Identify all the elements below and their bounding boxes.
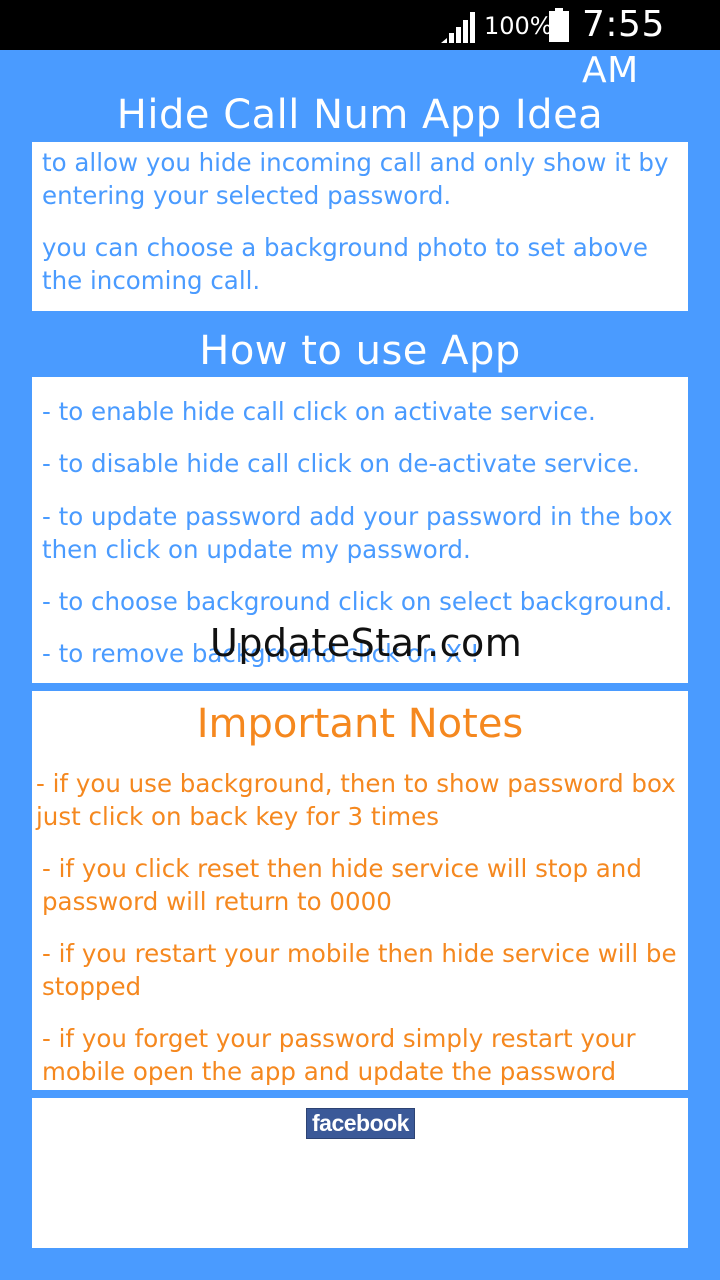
notes-line: - if you use background, then to show pa…	[36, 769, 676, 798]
notes-item: - if you restart your mobile then hide s…	[42, 937, 692, 1003]
how-to-line: - to update password add your password i…	[42, 502, 673, 531]
idea-title: Hide Call Num App Idea	[116, 92, 604, 138]
clock: 7:55 AM	[582, 4, 665, 91]
notes-line: - if you forget your password simply res…	[42, 1024, 636, 1053]
facebook-card: facebook	[32, 1098, 688, 1248]
battery-icon	[549, 8, 569, 42]
how-to-item: - to choose background click on select b…	[42, 585, 692, 618]
how-to-line: - to enable hide call click on activate …	[42, 397, 596, 426]
how-to-title: How to use App	[199, 328, 521, 374]
notes-line: password will return to 0000	[42, 887, 392, 916]
how-to-line: - to choose background click on select b…	[42, 587, 673, 616]
notes-line: just click on back key for 3 times	[36, 802, 439, 831]
notes-item: - if you use background, then to show pa…	[36, 767, 686, 833]
watermark: UpdateStar.com	[210, 621, 523, 665]
battery-percent: 100%	[484, 12, 553, 40]
how-to-line: then click on update my password.	[42, 535, 471, 564]
notes-line: stopped	[42, 972, 142, 1001]
signal-icon	[441, 12, 475, 43]
notes-line: - if you click reset then hide service w…	[42, 854, 642, 883]
idea-line: the incoming call.	[42, 266, 261, 295]
how-to-item: - to disable hide call click on de-activ…	[42, 447, 692, 480]
how-to-item: - to update password add your password i…	[42, 500, 692, 566]
notes-title: Important Notes	[196, 701, 524, 747]
idea-card: to allow you hide incoming call and only…	[32, 142, 688, 311]
status-bar: 100% 7:55 AM	[0, 0, 720, 91]
idea-line: entering your selected password.	[42, 181, 452, 210]
how-to-line: - to disable hide call click on de-activ…	[42, 449, 640, 478]
notes-line: - if you restart your mobile then hide s…	[42, 939, 677, 968]
idea-line: to allow you hide incoming call and only…	[42, 148, 669, 177]
notes-item: - if you click reset then hide service w…	[42, 852, 692, 918]
facebook-button[interactable]: facebook	[306, 1108, 415, 1139]
idea-paragraph: to allow you hide incoming call and only…	[42, 146, 692, 212]
idea-paragraph: you can choose a background photo to set…	[42, 231, 692, 297]
how-to-item: - to enable hide call click on activate …	[42, 395, 692, 428]
idea-line: you can choose a background photo to set…	[42, 233, 648, 262]
notes-card: Important Notes - if you use background,…	[32, 691, 688, 1090]
notes-item: - if you forget your password simply res…	[42, 1022, 692, 1088]
notes-line: mobile open the app and update the passw…	[42, 1057, 617, 1086]
